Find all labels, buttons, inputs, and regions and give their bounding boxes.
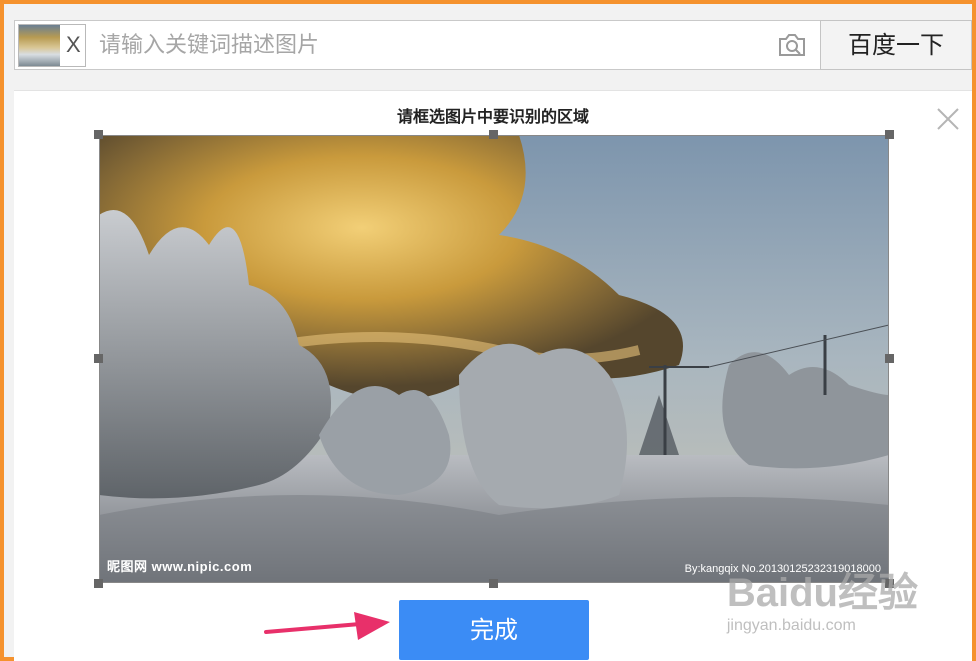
watermark-brand: Baidu经验 — [726, 571, 918, 615]
baidu-jingyan-watermark: Baidu经验 jingyan.baidu.com — [727, 573, 918, 635]
search-button[interactable]: 百度一下 — [820, 20, 972, 70]
crop-handle-left[interactable] — [94, 354, 103, 363]
uploaded-image-thumbnail[interactable] — [19, 25, 60, 66]
crop-selection-border[interactable] — [99, 135, 889, 583]
search-input[interactable] — [99, 30, 759, 60]
watermark-url: jingyan.baidu.com — [726, 617, 856, 634]
crop-handle-right[interactable] — [885, 354, 894, 363]
crop-handle-top-right[interactable] — [885, 130, 894, 139]
screenshot-frame: X 百度一下 请框选图片中要识别的区域 — [0, 0, 976, 661]
arrow-icon — [264, 612, 390, 640]
crop-handle-bottom[interactable] — [489, 579, 498, 588]
done-button[interactable]: 完成 — [399, 600, 589, 660]
remove-image-button[interactable]: X — [66, 32, 81, 58]
close-icon[interactable] — [936, 107, 960, 131]
crop-handle-bottom-left[interactable] — [94, 579, 103, 588]
search-bar: X 百度一下 — [14, 20, 972, 70]
crop-dialog-title: 请框选图片中要识别的区域 — [396, 107, 589, 126]
uploaded-image-chip: X — [18, 24, 86, 67]
crop-handle-top-left[interactable] — [94, 130, 103, 139]
crop-handle-top[interactable] — [489, 130, 498, 139]
camera-icon[interactable] — [777, 31, 807, 59]
crop-area[interactable]: 昵图网 www.nipic.com By:kangqix No.20130125… — [94, 130, 894, 588]
